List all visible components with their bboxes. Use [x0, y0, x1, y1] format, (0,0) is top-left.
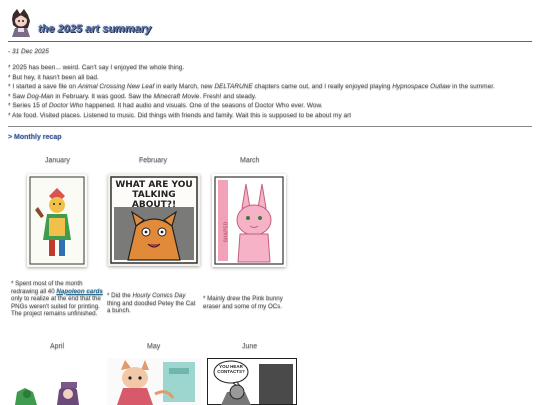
month-label-march: March: [240, 157, 260, 164]
month-label-february: February: [139, 157, 168, 164]
caption-february: * Did the Hourly Comics Day thing and do…: [107, 292, 196, 315]
artwork-january[interactable]: [27, 174, 87, 267]
caption-march: * Mainly drew the Pink bunny eraser and …: [203, 295, 283, 310]
page-title: the 2025 art summary: [38, 23, 152, 35]
header-divider: [8, 41, 532, 42]
intro-bullet: * Series 15 of Doctor Who happened. It h…: [8, 102, 323, 109]
napoleon-cards-link[interactable]: Napoleon cards: [56, 288, 102, 295]
june-speech-text: YOU HEAR CONTACTS?: [217, 364, 245, 374]
eraser-side-text: SHAPED: [223, 221, 230, 243]
month-label-may: May: [147, 343, 161, 350]
monthly-recap-heading[interactable]: > Monthly recap: [8, 134, 61, 141]
post-date: - 31 Dec 2025: [8, 48, 49, 55]
jester-card-illustration: [29, 176, 85, 265]
caption-january: * Spent most of the month redrawing all …: [11, 280, 103, 318]
artwork-april[interactable]: [13, 380, 93, 405]
section-divider: [8, 126, 532, 127]
intro-bullet: * 2025 has been... weird. Can't say I en…: [8, 64, 185, 71]
month-label-june: June: [242, 343, 258, 350]
intro-bullet: * Ate food. Visited places. Listened to …: [8, 111, 352, 119]
intro-bullet-list: * 2025 has been... weird. Can't say I en…: [8, 63, 532, 120]
artwork-february[interactable]: WHAT ARE YOU TALKING ABOUT?!: [108, 174, 200, 266]
characters-illustration: [15, 382, 79, 405]
artwork-june[interactable]: YOU HEAR CONTACTS?: [207, 358, 297, 405]
intro-bullet: * But hey, it hasn't been all bad.: [8, 73, 99, 81]
speech-bubble-text: WHAT ARE YOU TALKING ABOUT?!: [115, 180, 193, 210]
character-avatar-icon: [12, 9, 30, 37]
artwork-march[interactable]: SHAPED: [212, 174, 286, 267]
intro-bullet: * I started a save file on Animal Crossi…: [8, 83, 495, 90]
fox-girl-illustration: [107, 358, 201, 405]
page-header: the 2025 art summary: [8, 8, 532, 42]
artwork-may[interactable]: [107, 358, 201, 405]
month-label-april: April: [50, 343, 65, 350]
intro-bullet: * Saw Dog-Man in February. It was good. …: [8, 92, 257, 100]
month-label-january: January: [45, 157, 70, 164]
